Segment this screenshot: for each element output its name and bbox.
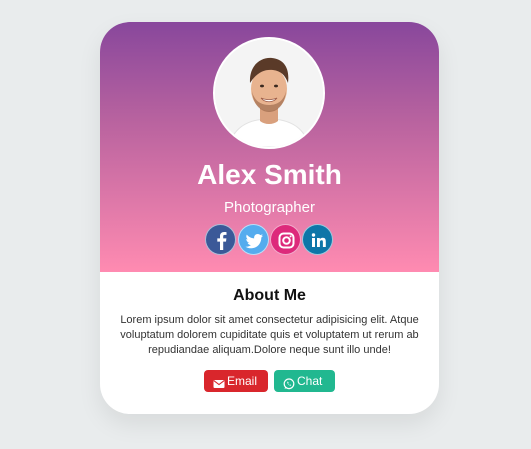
profile-name: Alex Smith — [197, 159, 342, 190]
instagram-icon[interactable] — [270, 224, 301, 255]
whatsapp-icon — [283, 375, 295, 390]
profile-card: Alex Smith Photographer About Me Lorem i… — [100, 22, 439, 414]
email-button-label: Email — [227, 374, 258, 388]
twitter-icon[interactable] — [238, 224, 269, 255]
card-header: Alex Smith Photographer — [100, 22, 439, 272]
about-text: Lorem ipsum dolor sit amet consectetur a… — [120, 314, 419, 356]
chat-button[interactable]: Chat — [274, 370, 335, 392]
envelope-icon — [213, 375, 225, 388]
avatar — [213, 37, 325, 149]
profile-role: Photographer — [224, 199, 315, 216]
chat-button-label: Chat — [297, 374, 323, 388]
social-links — [205, 224, 335, 256]
email-button[interactable]: Email — [204, 370, 268, 392]
avatar-photo — [215, 39, 323, 147]
linkedin-icon[interactable] — [302, 224, 333, 255]
about-title: About Me — [233, 287, 306, 304]
facebook-icon[interactable] — [205, 224, 236, 255]
